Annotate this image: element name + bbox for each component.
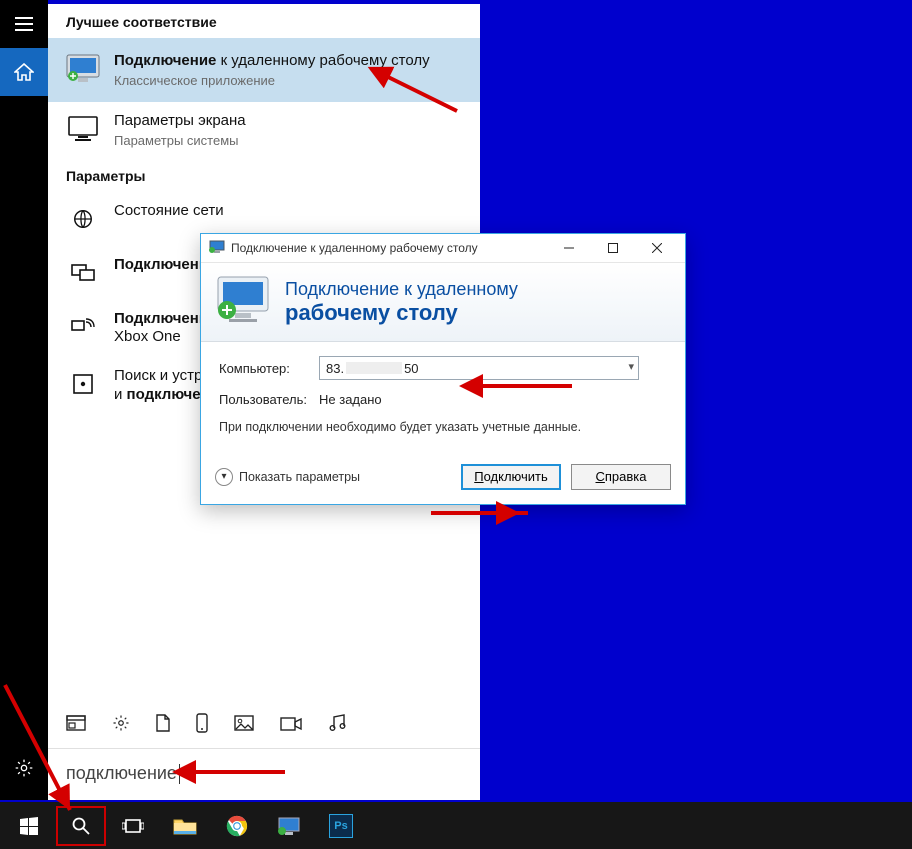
cat-music-icon[interactable] — [328, 714, 346, 737]
cat-phone-icon[interactable] — [196, 713, 208, 738]
cat-video-icon[interactable] — [280, 715, 302, 736]
task-view-button[interactable] — [108, 806, 158, 846]
banner-line1: Подключение к удаленному — [285, 279, 518, 300]
rail-settings-button[interactable] — [0, 744, 48, 792]
square-dot-icon — [66, 367, 100, 401]
cat-app-icon[interactable] — [66, 715, 86, 736]
folder-icon — [173, 817, 197, 835]
chrome-button[interactable] — [212, 806, 262, 846]
computer-combo[interactable]: 83. 50 ▾ — [319, 356, 639, 380]
taskbar: Ps — [0, 802, 912, 849]
banner-line2: рабочему столу — [285, 300, 518, 326]
globe-icon — [66, 202, 100, 236]
photoshop-button[interactable]: Ps — [316, 806, 366, 846]
home-button[interactable] — [0, 48, 48, 96]
rdp-app-icon — [66, 52, 100, 86]
rdp-window: Подключение к удаленному рабочему столу … — [200, 233, 686, 505]
rdp-titlebar[interactable]: Подключение к удаленному рабочему столу — [201, 234, 685, 262]
show-options-toggle[interactable]: ▾ Показать параметры — [215, 468, 360, 486]
user-value: Не задано — [319, 392, 382, 407]
gear-icon — [14, 758, 34, 778]
file-explorer-button[interactable] — [160, 806, 210, 846]
monitor-icon — [66, 112, 100, 146]
label-user: Пользователь: — [219, 392, 319, 407]
cat-image-icon[interactable] — [234, 715, 254, 736]
cat-settings-icon[interactable] — [112, 714, 130, 737]
start-button[interactable] — [4, 806, 54, 846]
display-settings-title: Параметры экрана — [114, 112, 462, 131]
rdp-title-text: Подключение к удаленному рабочему столу — [231, 241, 478, 255]
task-view-icon — [122, 818, 144, 834]
search-query-text: подключение — [66, 763, 177, 783]
close-button[interactable] — [635, 234, 679, 262]
connect-button[interactable]: Подключить — [461, 464, 561, 490]
computer-value-prefix: 83. — [326, 361, 344, 376]
hamburger-button[interactable] — [0, 0, 48, 48]
maximize-button[interactable] — [591, 234, 635, 262]
rdp-banner: Подключение к удаленному рабочему столу — [201, 262, 685, 342]
help-button[interactable]: Справка — [571, 464, 671, 490]
section-params: Параметры — [48, 158, 480, 192]
chevron-down-icon[interactable]: ▾ — [628, 360, 634, 373]
start-left-rail — [0, 0, 48, 800]
rdp-title-icon — [209, 240, 225, 256]
search-input[interactable]: подключение — [48, 748, 480, 800]
computer-value-suffix: 50 — [404, 361, 418, 376]
section-best-match: Лучшее соответствие — [48, 4, 480, 38]
taskbar-search-button[interactable] — [56, 806, 106, 846]
label-computer: Компьютер: — [219, 361, 319, 376]
hamburger-icon — [15, 17, 33, 31]
minimize-button[interactable] — [547, 234, 591, 262]
stream-icon — [66, 310, 100, 344]
best-match-text: Подключение к удаленному рабочему столу … — [114, 52, 462, 88]
rdp-banner-icon — [215, 274, 271, 330]
home-icon — [14, 63, 34, 81]
connect-icon — [66, 256, 100, 290]
category-strip — [48, 703, 480, 748]
search-icon — [72, 817, 90, 835]
display-settings-sub: Параметры системы — [114, 133, 462, 148]
rdp-taskbar-button[interactable] — [264, 806, 314, 846]
chrome-icon — [226, 815, 248, 837]
result-display-settings[interactable]: Параметры экрана Параметры системы — [48, 102, 480, 158]
result-best-match[interactable]: Подключение к удаленному рабочему столу … — [48, 38, 480, 102]
windows-icon — [20, 817, 38, 835]
rdp-icon — [277, 816, 301, 836]
photoshop-icon: Ps — [329, 814, 353, 838]
chevron-down-circle-icon: ▾ — [215, 468, 233, 486]
cat-document-icon[interactable] — [156, 714, 170, 737]
rdp-note: При подключении необходимо будет указать… — [219, 419, 667, 436]
